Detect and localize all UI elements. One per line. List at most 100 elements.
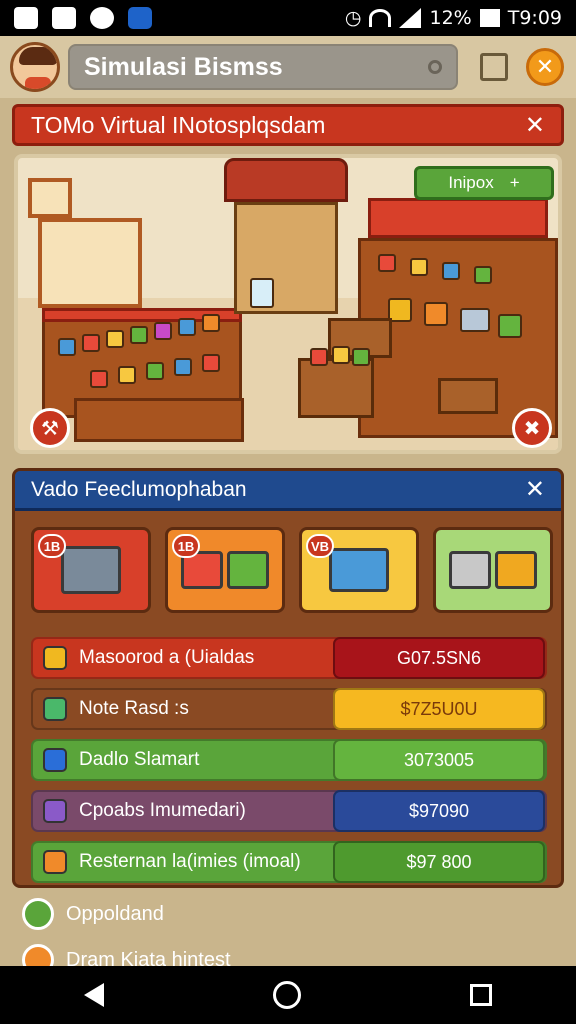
product-item	[130, 326, 148, 344]
product-item	[82, 334, 100, 352]
product-item	[178, 318, 196, 336]
product-box	[460, 308, 490, 332]
shop-panel: Vado Feeclumophaban ✕ 1B 1B VB Masoorod …	[12, 468, 564, 888]
stat-value: $97090	[333, 790, 545, 832]
gallery-icon	[14, 7, 38, 29]
produce-crate[interactable]	[438, 378, 498, 414]
inbox-button[interactable]: Inipox +	[414, 166, 554, 200]
product-item	[202, 314, 220, 332]
category-tabs: 1B 1B VB	[31, 527, 553, 613]
stat-label: Resternan la(imies (imoal)	[79, 851, 301, 872]
category-carts[interactable]: 1B	[165, 527, 285, 613]
stat-value: $97 800	[333, 841, 545, 883]
product-item	[474, 266, 492, 284]
battery-text: 12%	[429, 7, 472, 29]
box-icon	[43, 850, 67, 874]
product-item	[106, 330, 124, 348]
product-item	[202, 354, 220, 372]
product-item	[146, 362, 164, 380]
clock-time: T9:09	[507, 7, 562, 29]
store-banner-title: TOMo Virtual INotosplqsdam	[31, 111, 326, 138]
image-icon	[52, 7, 76, 29]
lightning-icon	[43, 646, 67, 670]
close-icon: ✕	[535, 54, 555, 79]
menu-item-label: Oppoldand	[66, 902, 164, 925]
product-item	[118, 366, 136, 384]
battery-icon	[479, 9, 500, 27]
status-bar: ◷ 12% T9:09	[0, 0, 576, 36]
wifi-icon	[369, 9, 392, 27]
plant	[498, 314, 522, 338]
stat-value: G07.5SN6	[333, 637, 545, 679]
title-field[interactable]: Simulasi Bismss	[68, 44, 458, 90]
back-icon[interactable]	[84, 983, 105, 1007]
stat-value: $7Z5U0U	[333, 688, 545, 730]
panel-title: Vado Feeclumophaban	[31, 477, 247, 501]
panel-header: Vado Feeclumophaban ✕	[15, 471, 561, 511]
wall-sign	[28, 178, 72, 218]
plus-icon: +	[509, 173, 520, 192]
promo-sign	[368, 198, 548, 238]
category-shopping[interactable]: VB	[299, 527, 419, 613]
product-item	[174, 358, 192, 376]
recent-apps-icon[interactable]	[469, 984, 492, 1006]
app-header: Simulasi Bismss ✕	[0, 36, 576, 98]
product-item	[90, 370, 108, 388]
close-game-button[interactable]: ✕	[526, 48, 564, 86]
fruit	[310, 348, 328, 366]
category-badge: 1B	[172, 534, 200, 558]
leaf-icon	[22, 898, 54, 930]
close-icon[interactable]: ✕	[525, 475, 545, 504]
stat-row[interactable]: Dadlo Slamart 3073005	[31, 739, 547, 781]
avatar[interactable]	[10, 42, 60, 92]
cart-icon	[495, 551, 537, 589]
game-area: TOMo Virtual INotosplqsdam ✕ Inipox + ⚒ …	[0, 98, 576, 976]
cart-icon	[227, 551, 269, 589]
gem-icon	[43, 799, 67, 823]
wall-poster	[38, 218, 142, 308]
basket-icon	[449, 551, 491, 589]
stat-row[interactable]: Resternan la(imies (imoal) $97 800	[31, 841, 547, 883]
wrench-icon: ✖	[523, 417, 541, 440]
app-icon	[90, 7, 114, 29]
record-icon	[428, 60, 442, 74]
stat-row[interactable]: Masoorod a (Uialdas G07.5SN6	[31, 637, 547, 679]
product-item	[378, 254, 396, 272]
store-banner: TOMo Virtual INotosplqsdam ✕	[12, 104, 564, 146]
home-icon[interactable]	[272, 981, 301, 1009]
product-item	[410, 258, 428, 276]
stat-label: Cpoabs Imumedari)	[79, 800, 246, 821]
lower-shelf[interactable]	[74, 398, 244, 442]
product-item	[442, 262, 460, 280]
alarm-icon: ◷	[344, 7, 362, 29]
hammer-icon: ⚒	[41, 417, 59, 440]
cube-icon	[43, 697, 67, 721]
water-cooler	[250, 278, 274, 308]
product-item	[58, 338, 76, 356]
storage-box-icon	[61, 546, 121, 594]
kiosk-roof	[224, 158, 348, 202]
store-scene[interactable]: Inipox + ⚒ ✖	[14, 154, 562, 454]
category-badge: 1B	[38, 534, 66, 558]
menu-item[interactable]: Oppoldand	[22, 898, 231, 930]
product-box	[424, 302, 448, 326]
system-nav-bar	[0, 966, 576, 1024]
signal-icon	[399, 8, 422, 28]
bookmark-button[interactable]	[480, 53, 508, 81]
inbox-label: Inipox	[448, 173, 494, 192]
cube-icon	[43, 748, 67, 772]
build-tool-button[interactable]: ⚒	[30, 408, 70, 448]
settings-app-icon	[128, 7, 152, 29]
stat-label: Dadlo Slamart	[79, 749, 200, 770]
stat-label: Masoorod a (Uialdas	[79, 647, 255, 668]
category-storage[interactable]: 1B	[31, 527, 151, 613]
fruit	[332, 346, 350, 364]
product-item	[154, 322, 172, 340]
close-icon[interactable]: ✕	[525, 111, 545, 140]
demolish-tool-button[interactable]: ✖	[512, 408, 552, 448]
stat-row[interactable]: Cpoabs Imumedari) $97090	[31, 790, 547, 832]
fruit-cart[interactable]	[298, 358, 374, 418]
stats-list: Masoorod a (Uialdas G07.5SN6 Note Rasd :…	[31, 637, 547, 892]
category-produce[interactable]	[433, 527, 553, 613]
stat-row[interactable]: Note Rasd :s $7Z5U0U	[31, 688, 547, 730]
